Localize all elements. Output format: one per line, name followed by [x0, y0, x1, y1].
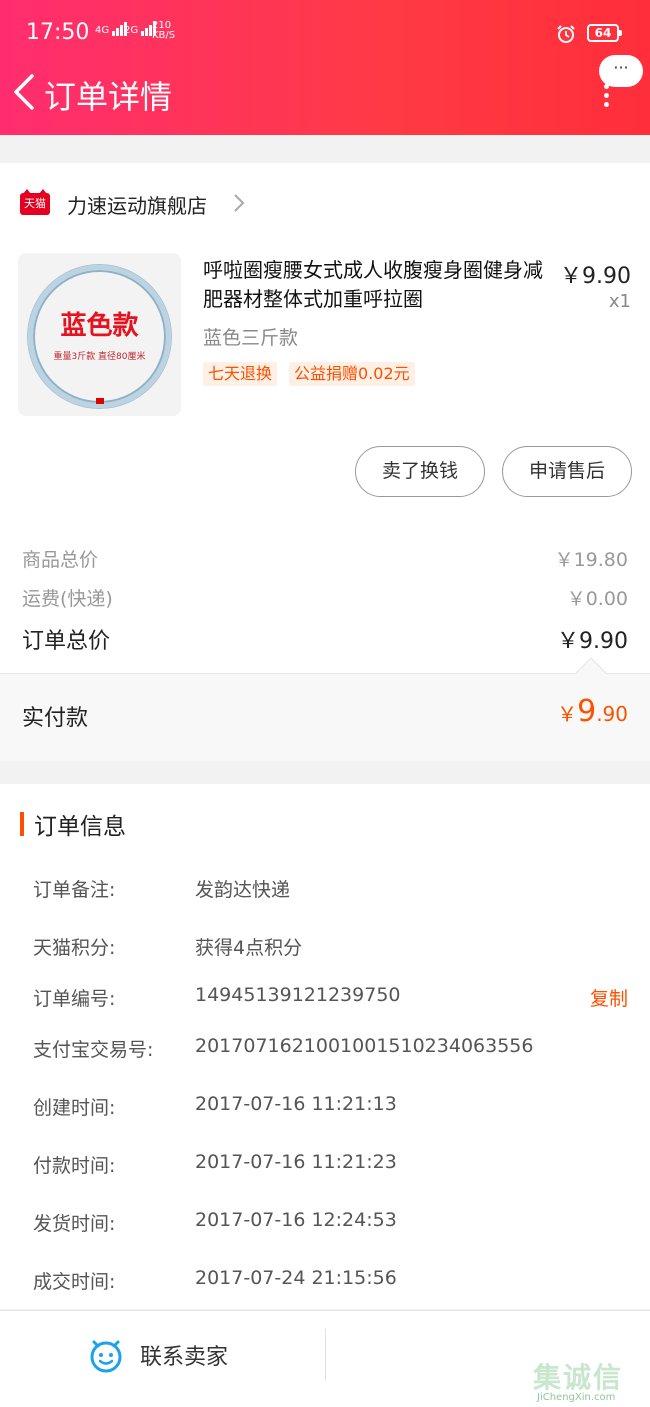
info-value: 获得4点积分: [195, 937, 303, 959]
battery-icon: 64: [587, 24, 622, 42]
info-row-created: 创建时间: 2017-07-16 11:21:13: [33, 1093, 628, 1119]
product-image-label: 蓝色款: [60, 311, 139, 341]
goods-total-value: ￥19.80: [554, 549, 628, 571]
paid-decimal: .90: [596, 702, 628, 726]
bar-divider: [325, 1329, 326, 1381]
hoop-clip: [96, 398, 104, 404]
paid-integer: 9: [577, 694, 597, 729]
order-product-card: 天猫 力速运动旗舰店 蓝色款 重量3斤款 直径80厘米 呼啦圈瘦腰女式成人收腹瘦…: [0, 163, 650, 761]
network-type-1: 4G: [95, 25, 110, 36]
info-value: 2017-07-24 21:15:56: [195, 1267, 397, 1289]
paid-label: 实付款: [22, 706, 89, 731]
paid-currency: ￥: [557, 702, 578, 726]
shop-name: 力速运动旗舰店: [67, 193, 207, 218]
paid-amount: ￥9.90: [557, 694, 628, 729]
app-header: 17:50 4G 2G 210 KB/S 64 订单详情 ···: [0, 0, 650, 135]
info-key: 创建时间:: [33, 1097, 116, 1119]
notch-decoration: [575, 657, 607, 689]
tag-charity: 公益捐赠0.02元: [289, 362, 415, 386]
info-key: 订单备注:: [33, 879, 116, 901]
product-image-sub: 重量3斤款 直径80厘米: [53, 352, 146, 362]
info-value: 2017-07-16 11:21:23: [195, 1151, 397, 1173]
status-bar: 17:50 4G 2G 210 KB/S 64: [0, 0, 650, 66]
info-key: 发货时间:: [33, 1213, 116, 1235]
copy-order-number-button[interactable]: 复制: [590, 984, 628, 1011]
info-row-remark: 订单备注: 发韵达快递: [33, 875, 628, 901]
product-name[interactable]: 呼啦圈瘦腰女式成人收腹瘦身圈健身减肥器材整体式加重呼拉圈: [203, 256, 553, 314]
info-key: 订单编号:: [33, 988, 116, 1010]
sell-for-cash-button[interactable]: 卖了换钱: [355, 446, 485, 497]
product-price: ￥9.90: [560, 264, 631, 289]
order-total-value: ￥9.90: [557, 629, 628, 654]
speed-unit: KB/S: [152, 30, 176, 41]
info-row-paid: 付款时间: 2017-07-16 11:21:23: [33, 1151, 628, 1177]
info-key: 支付宝交易号:: [33, 1039, 154, 1061]
kebab-menu-icon[interactable]: [602, 84, 610, 108]
info-row-completed: 成交时间: 2017-07-24 21:15:56: [33, 1267, 628, 1293]
info-value: 14945139121239750: [195, 984, 401, 1006]
watermark-logo: 集诚信 JiChengXin.com: [533, 1356, 650, 1406]
tmall-badge-icon: 天猫: [20, 189, 50, 215]
info-key: 成交时间:: [33, 1271, 116, 1293]
page-title: 订单详情: [44, 78, 173, 116]
shop-link[interactable]: 天猫 力速运动旗舰店: [20, 189, 207, 218]
info-row-shipped: 发货时间: 2017-07-16 12:24:53: [33, 1209, 628, 1235]
product-spec: 蓝色三斤款: [203, 327, 299, 349]
alarm-icon: [557, 25, 575, 43]
after-sale-button[interactable]: 申请售后: [502, 446, 632, 497]
shipping-row: 运费(快递) ￥0.00: [22, 584, 628, 611]
bottom-action-bar: 联系卖家 集诚信 JiChengXin.com: [0, 1310, 650, 1407]
product-quantity: x1: [608, 291, 631, 312]
tag-return-policy: 七天退换: [203, 362, 278, 386]
info-key: 付款时间:: [33, 1155, 116, 1177]
order-info-heading: 订单信息: [34, 814, 126, 840]
watermark-en: JiChengXin.com: [537, 1392, 616, 1403]
order-total-row: 订单总价 ￥9.90: [22, 623, 628, 655]
info-row-points: 天猫积分: 获得4点积分: [33, 933, 628, 959]
shipping-value: ￥0.00: [566, 588, 628, 610]
status-time: 17:50: [26, 20, 90, 45]
info-row-alipay-trade: 支付宝交易号: 2017071621001001510234063556: [33, 1035, 628, 1061]
chevron-left-icon[interactable]: [10, 72, 40, 112]
shipping-label: 运费(快递): [22, 588, 113, 610]
more-bubble-button[interactable]: ···: [599, 55, 643, 87]
info-value: 2017-07-16 12:24:53: [195, 1209, 397, 1231]
chat-face-icon: [90, 1340, 122, 1373]
watermark-cn: 集诚信: [533, 1361, 624, 1394]
order-total-label: 订单总价: [22, 629, 111, 654]
product-tags: 七天退换 公益捐赠0.02元: [203, 362, 427, 386]
section-accent-bar: [20, 812, 24, 836]
chevron-right-icon[interactable]: [232, 192, 246, 214]
order-info-card: 订单信息 订单备注: 发韵达快递 天猫积分: 获得4点积分 订单编号: 1494…: [0, 784, 650, 1309]
network-speed: 210 KB/S: [152, 21, 175, 41]
goods-total-row: 商品总价 ￥19.80: [22, 545, 628, 572]
product-thumbnail[interactable]: 蓝色款 重量3斤款 直径80厘米: [18, 253, 181, 416]
info-value: 2017-07-16 11:21:13: [195, 1093, 397, 1115]
contact-seller-button[interactable]: 联系卖家: [88, 1337, 228, 1373]
goods-total-label: 商品总价: [22, 549, 99, 571]
info-row-order-number: 订单编号: 14945139121239750 复制: [33, 984, 628, 1010]
info-value: 发韵达快递: [195, 879, 291, 901]
paid-amount-box: 实付款 ￥9.90: [0, 657, 650, 761]
contact-seller-label: 联系卖家: [140, 1345, 229, 1370]
order-info-title: 订单信息: [20, 809, 126, 840]
network-type-2: 2G: [124, 25, 139, 36]
info-value: 2017071621001001510234063556: [195, 1035, 534, 1057]
info-key: 天猫积分:: [33, 937, 116, 959]
